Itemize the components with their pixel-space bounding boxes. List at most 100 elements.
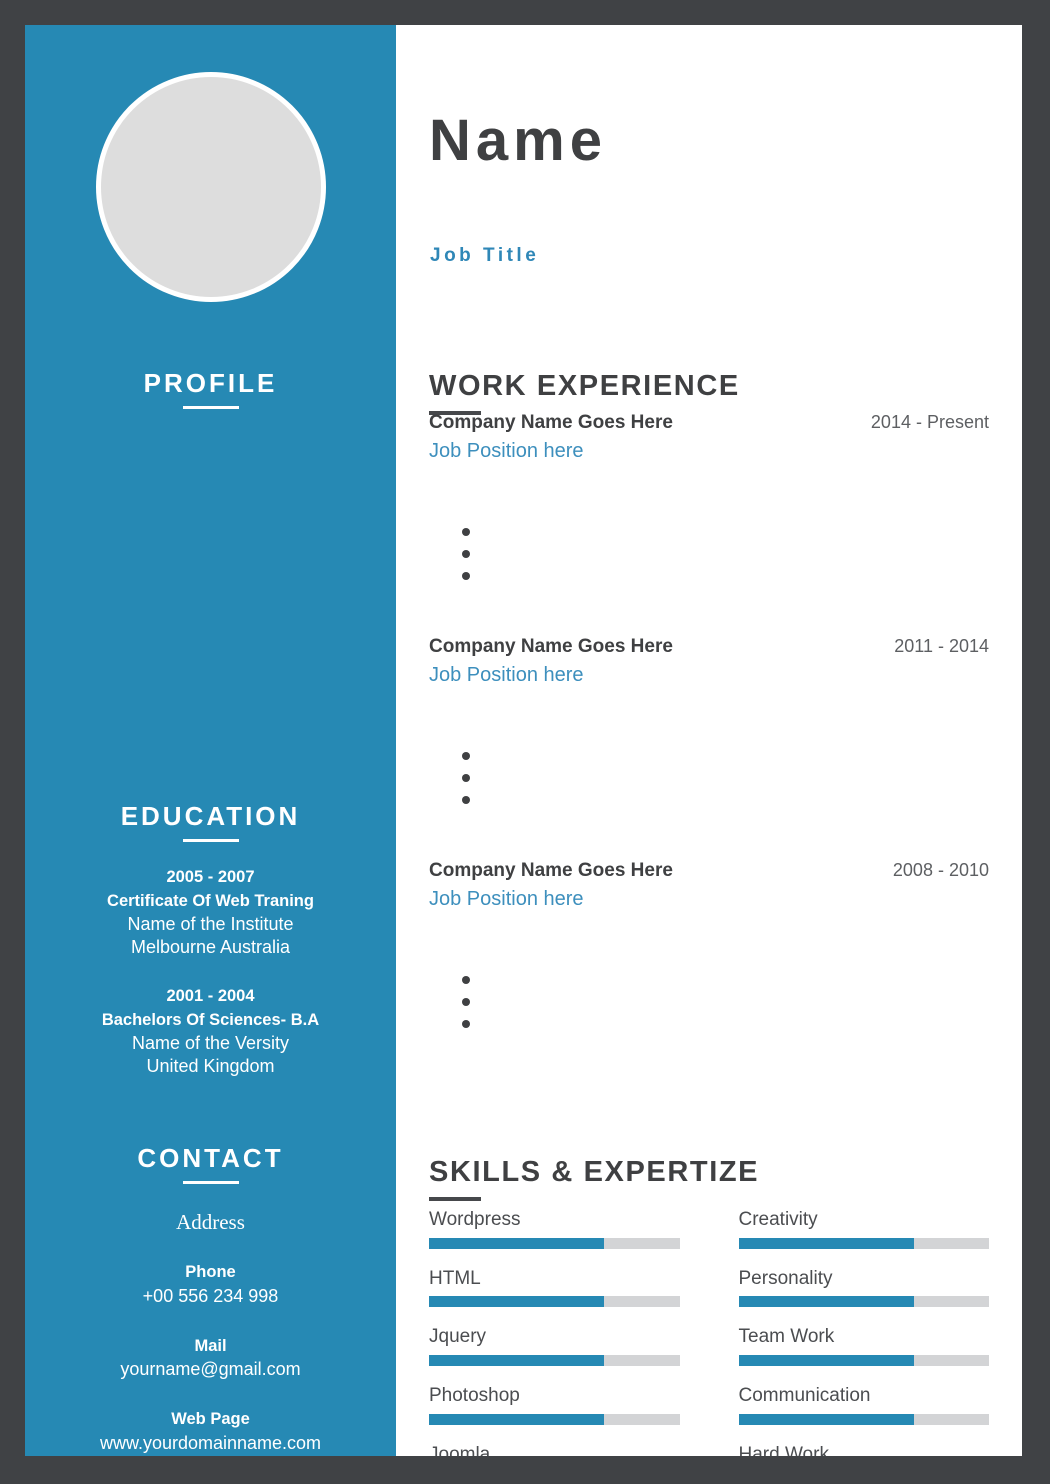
skill-item: Communication [738, 1384, 989, 1425]
skill-label: Hard Work [738, 1443, 829, 1456]
job-title-subheading: Job Title [430, 245, 540, 266]
company-name: Company Name Goes Here [429, 636, 673, 657]
skill-bar-track [738, 1355, 989, 1367]
skill-item: Photoshop [429, 1384, 680, 1425]
skill-bar-fill [429, 1413, 605, 1425]
skill-bar-track [738, 1413, 989, 1425]
skill-bar-track [429, 1296, 680, 1308]
contact-mail: Mail yourname@gmail.com [47, 1334, 374, 1382]
skill-bar-fill [738, 1355, 914, 1367]
list-item [429, 767, 989, 789]
skill-item: Jquery [429, 1325, 680, 1367]
skill-bar-fill [429, 1355, 605, 1367]
education-entry: 2005 - 2007 Certificate Of Web Traning N… [47, 866, 374, 959]
skill-item: Creativity [738, 1208, 989, 1249]
skills-column-right: Creativity Personality Team Work Communi… [738, 1208, 990, 1456]
contact-webpage: Web Page www.yourdomainname.com linkedin… [47, 1407, 374, 1456]
skill-label: Wordpress [429, 1209, 521, 1230]
skill-bar-track [738, 1296, 989, 1308]
skill-item: Personality [738, 1267, 989, 1308]
contact-heading-rule [182, 1181, 239, 1185]
profile-photo-placeholder-circle [95, 72, 326, 302]
job-position: Job Position here [429, 439, 584, 462]
contact-webpage-label: Web Page [171, 1409, 250, 1428]
skills-column-left: Wordpress HTML Jquery Photoshop Joomla [429, 1208, 680, 1456]
work-experience-heading-group: WORK EXPERIENCE [429, 372, 740, 415]
education-institute: Name of the Institute [127, 914, 294, 935]
employment-dates: 2014 - Present [870, 412, 989, 432]
employment-dates: 2008 - 2010 [892, 860, 989, 880]
skills-grid: Wordpress HTML Jquery Photoshop Joomla C… [429, 1208, 989, 1456]
skill-bar-fill [738, 1413, 914, 1425]
skill-label: Communication [738, 1385, 871, 1407]
list-item [429, 521, 989, 543]
list-item [429, 991, 989, 1013]
profile-heading-rule [182, 406, 239, 410]
education-degree: Bachelors Of Sciences- B.A [101, 1010, 320, 1029]
contact-heading: CONTACT [137, 1143, 284, 1173]
list-item [429, 969, 989, 991]
skill-label: Photoshop [429, 1385, 520, 1407]
skill-label: HTML [429, 1267, 481, 1289]
skill-bar-track [429, 1413, 680, 1425]
skill-bar-fill [738, 1296, 914, 1308]
work-experience-entry: Company Name Goes Here 2014 - Present Jo… [429, 410, 989, 587]
contact-mail-value[interactable]: yourname@gmail.com [47, 1358, 374, 1381]
sidebar: PROFILE EDUCATION 2005 - 2007 Certificat… [25, 25, 396, 1456]
skill-bar-fill [738, 1237, 914, 1249]
skill-label: Team Work [738, 1326, 835, 1348]
company-name: Company Name Goes Here [429, 860, 673, 881]
contact-phone-value[interactable]: +00 556 234 998 [47, 1285, 374, 1308]
skill-item: Wordpress [429, 1208, 680, 1249]
skill-bar-track [429, 1237, 680, 1249]
job-position: Job Position here [429, 887, 584, 910]
sidebar-section-profile: PROFILE [25, 368, 396, 410]
list-item [429, 745, 989, 767]
resume-page: PROFILE EDUCATION 2005 - 2007 Certificat… [25, 25, 1022, 1456]
list-item [429, 1013, 989, 1035]
skill-label: Jquery [429, 1326, 487, 1348]
employment-dates: 2011 - 2014 [894, 636, 989, 656]
list-item [429, 565, 989, 587]
profile-photo[interactable] [95, 72, 326, 302]
contact-phone-label: Phone [185, 1263, 236, 1282]
skills-heading-group: SKILLS & EXPERTIZE [429, 1158, 759, 1201]
page-title: Name [429, 108, 607, 173]
contact-linkedin-value[interactable]: linkedin.com/username [47, 1455, 374, 1457]
education-heading-rule [182, 839, 239, 843]
skill-bar-fill [429, 1237, 605, 1249]
contact-address-label: Address [176, 1210, 245, 1235]
education-years: 2001 - 2004 [166, 987, 255, 1006]
skill-item: Joomla [429, 1443, 680, 1456]
skill-label: Creativity [738, 1209, 818, 1230]
sidebar-section-education: EDUCATION 2005 - 2007 Certificate Of Web… [25, 801, 396, 1078]
skills-heading: SKILLS & EXPERTIZE [429, 1156, 760, 1188]
education-years: 2005 - 2007 [166, 868, 255, 887]
main-content: Name Job Title WORK EXPERIENCE Company N… [396, 25, 1022, 1456]
education-location: United Kingdom [146, 1056, 275, 1077]
education-location: Melbourne Australia [130, 937, 291, 958]
company-name: Company Name Goes Here [429, 412, 673, 433]
contact-website-value[interactable]: www.yourdomainname.com [47, 1432, 374, 1455]
skills-heading-rule [429, 1197, 481, 1201]
skill-bar-track [738, 1237, 989, 1249]
sidebar-section-contact: CONTACT Address Phone +00 556 234 998 Ma… [25, 1143, 396, 1456]
list-item [429, 543, 989, 565]
skill-item: Hard Work [739, 1443, 990, 1456]
job-position: Job Position here [429, 663, 584, 686]
skill-label: Personality [738, 1267, 833, 1289]
contact-phone: Phone +00 556 234 998 [47, 1260, 374, 1308]
education-entry: 2001 - 2004 Bachelors Of Sciences- B.A N… [47, 985, 374, 1078]
list-item [429, 789, 989, 811]
skill-label: Joomla [429, 1443, 491, 1456]
education-degree: Certificate Of Web Traning [107, 891, 314, 910]
responsibility-list [429, 969, 989, 1035]
contact-mail-label: Mail [194, 1336, 227, 1355]
education-heading: EDUCATION [120, 801, 301, 831]
work-experience-entry: Company Name Goes Here 2011 - 2014 Job P… [429, 634, 989, 811]
responsibility-list [429, 745, 989, 811]
work-experience-heading: WORK EXPERIENCE [429, 370, 740, 402]
skill-bar-track [429, 1355, 680, 1367]
education-institute: Name of the Versity [131, 1033, 290, 1054]
profile-heading: PROFILE [143, 368, 278, 398]
